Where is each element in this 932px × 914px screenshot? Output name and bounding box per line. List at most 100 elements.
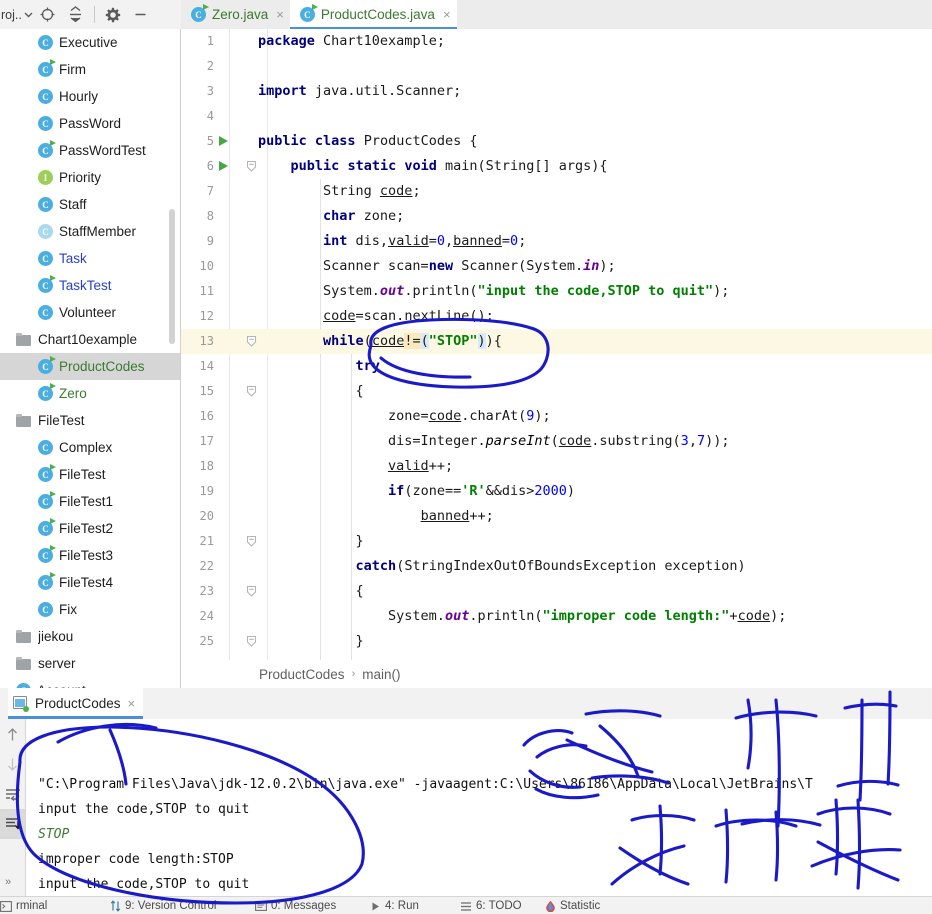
tree-item[interactable]: C Firm [0,56,181,83]
code-line[interactable]: 24 System.out.println("improper code len… [181,604,932,629]
tree-item[interactable]: C Volunteer [0,299,181,326]
code-line[interactable]: 7 String code; [181,179,932,204]
code-line[interactable]: 25 } [181,629,932,654]
code-line[interactable]: 11 System.out.println("input the code,ST… [181,279,932,304]
sidebar-scrollbar[interactable] [169,209,175,344]
line-number: 18 [199,459,214,473]
scroll-to-end-icon[interactable] [0,809,25,839]
console-output[interactable]: "C:\Program Files\Java\jdk-12.0.2\bin\ja… [26,719,932,899]
code-line[interactable]: 21 } [181,529,932,554]
project-tree[interactable]: C Executive C Firm C Hourly C PassWord C PassWord… [0,29,181,688]
code-line[interactable]: 12 code=scan.nextLine(); [181,304,932,329]
run-gutter-icon[interactable] [219,136,228,146]
code-fold-icon[interactable] [245,585,258,598]
tree-item-label: Chart10example [38,332,138,347]
java-class-run-icon: C [38,59,56,77]
code-line[interactable]: 9 int dis,valid=0,banned=0; [181,229,932,254]
code-line[interactable]: 18 valid++; [181,454,932,479]
tree-item[interactable]: C FileTest2 [0,515,181,542]
code-line[interactable]: 22 catch(StringIndexOutOfBoundsException… [181,554,932,579]
tree-item[interactable]: server [0,650,181,677]
editor-tab-zero[interactable]: C Zero.java × [181,0,290,29]
code-line[interactable]: 19 if(zone=='R'&&dis>2000) [181,479,932,504]
tree-item[interactable]: FileTest [0,407,181,434]
status-bar-item[interactable]: 4: Run [370,900,419,912]
console-line: STOP [38,827,70,842]
tree-item[interactable]: C ProductCodes [0,353,181,380]
editor-tab-productcodes[interactable]: C ProductCodes.java × [289,0,457,29]
code-fold-icon[interactable] [245,335,258,348]
code-line[interactable]: 14 try [181,354,932,379]
code-line[interactable]: 8 char zone; [181,204,932,229]
tree-item[interactable]: C PassWordTest [0,137,181,164]
code-fold-icon[interactable] [245,635,258,648]
code-line[interactable]: 16 zone=code.charAt(9); [181,404,932,429]
code-fold-icon[interactable] [245,535,258,548]
line-number: 19 [199,484,214,498]
settings-gear-icon[interactable] [100,2,126,28]
locate-icon[interactable] [35,2,61,28]
close-icon[interactable]: × [274,8,284,21]
code-line[interactable]: 23 { [181,579,932,604]
tree-item[interactable]: C Executive [0,29,181,56]
scroll-down-icon[interactable] [0,749,25,779]
tree-item[interactable]: C Fix [0,596,181,623]
tree-item[interactable]: C FileTest4 [0,569,181,596]
collapse-all-icon[interactable] [63,2,89,28]
code-line[interactable]: 3 import java.util.Scanner; [181,79,932,104]
code-fold-icon[interactable] [245,160,258,173]
code-line[interactable]: 2 [181,54,932,79]
breadcrumb[interactable]: ProductCodes › main() [181,660,932,688]
code-line[interactable]: 6 public static void main(String[] args)… [181,154,932,179]
tree-item[interactable]: C FileTest1 [0,488,181,515]
tree-item[interactable]: C Task [0,245,181,272]
scroll-up-icon[interactable] [0,719,25,749]
status-bar-item[interactable]: Statistic [545,900,600,912]
java-abstract-class-icon: C [38,224,53,239]
code-editor[interactable]: 1 package Chart10example; 2 3 import java.ut… [181,29,932,660]
status-bar-item[interactable]: 6: TODO [460,900,522,912]
code-line[interactable]: 10 Scanner scan=new Scanner(System.in); [181,254,932,279]
project-selector[interactable]: roj.. [0,8,33,22]
code-line[interactable]: 15 { [181,379,932,404]
status-bar-item[interactable]: rminal [0,900,47,912]
status-bar-item[interactable]: 0: Messages [255,900,336,912]
expand-chevrons[interactable]: » [5,876,11,888]
tree-item[interactable]: C Complex [0,434,181,461]
status-bar-item-label: rminal [16,900,48,912]
run-gutter-icon[interactable] [219,161,228,171]
tree-item[interactable]: C Zero [0,380,181,407]
breadcrumb-method[interactable]: main() [362,667,400,682]
status-bar-item[interactable]: 9: Version Control [110,900,216,912]
close-icon[interactable]: × [441,8,451,21]
tree-item[interactable]: C StaffMember [0,218,181,245]
code-text: } [258,533,364,549]
run-tab-productcodes[interactable]: ProductCodes × [8,688,144,719]
tree-item[interactable]: C FileTest [0,461,181,488]
tree-item[interactable]: C FileTest3 [0,542,181,569]
tree-item-label: Complex [59,440,113,455]
code-text: zone=code.charAt(9); [258,408,551,424]
tree-item[interactable]: C PassWord [0,110,181,137]
code-text: code=scan.nextLine(); [323,308,494,324]
code-line[interactable]: 20 banned++; [181,504,932,529]
tree-item-label: Zero [59,386,87,401]
tree-item[interactable]: C Hourly [0,83,181,110]
soft-wrap-icon[interactable] [0,779,25,809]
code-line[interactable]: 1 package Chart10example; [181,29,932,54]
chevron-down-icon [24,12,33,18]
code-fold-icon[interactable] [245,385,258,398]
breadcrumb-class[interactable]: ProductCodes [259,667,345,682]
tree-item[interactable]: jiekou [0,623,181,650]
tree-item[interactable]: Chart10example [0,326,181,353]
code-line[interactable]: 4 [181,104,932,129]
tree-item[interactable]: CAccount [0,677,181,688]
code-line[interactable]: 13 while(code!=("STOP")){ [181,329,932,354]
code-line[interactable]: 5 public class ProductCodes { [181,129,932,154]
minimize-icon[interactable] [128,2,154,28]
tree-item[interactable]: C TaskTest [0,272,181,299]
code-line[interactable]: 17 dis=Integer.parseInt(code.substring(3… [181,429,932,454]
tree-item[interactable]: I Priority [0,164,181,191]
close-icon[interactable]: × [128,696,136,711]
tree-item[interactable]: C Staff [0,191,181,218]
